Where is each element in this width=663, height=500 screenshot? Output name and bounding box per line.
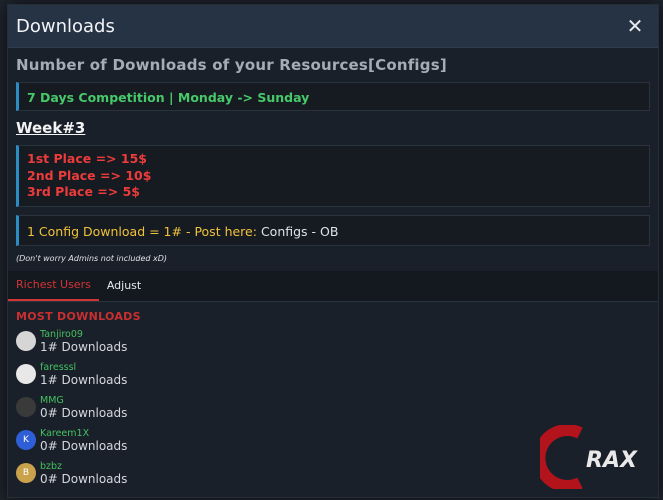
list-item[interactable]: MMG 0# Downloads xyxy=(16,395,650,420)
download-count: 0# Downloads xyxy=(40,471,128,486)
prize-third: 3rd Place => 5$ xyxy=(27,184,140,199)
tab-richest-users[interactable]: Richest Users xyxy=(8,271,99,301)
avatar: K xyxy=(16,430,36,450)
list-item[interactable]: Tanjiro09 1# Downloads xyxy=(16,329,650,354)
competition-box: 7 Days Competition | Monday -> Sunday xyxy=(16,82,650,111)
watermark-logo: RAX xyxy=(533,424,650,493)
downloads-modal: Downloads ✕ Number of Downloads of your … xyxy=(7,4,659,498)
configs-link[interactable]: Configs - OB xyxy=(261,224,339,239)
tab-bar: Richest Users Adjust xyxy=(8,270,658,302)
close-icon: ✕ xyxy=(626,14,644,38)
download-count: 0# Downloads xyxy=(40,438,128,453)
tab-adjust[interactable]: Adjust xyxy=(99,271,149,301)
list-item[interactable]: faresssl 1# Downloads xyxy=(16,362,650,387)
avatar xyxy=(16,364,36,384)
download-count: 1# Downloads xyxy=(40,339,128,354)
list-title: MOST DOWNLOADS xyxy=(16,309,141,323)
prize-second: 2nd Place => 10$ xyxy=(27,167,152,183)
prize-first: 1st Place => 15$ xyxy=(27,151,147,166)
week-title: Week#3 xyxy=(16,119,86,137)
download-count: 0# Downloads xyxy=(40,405,128,420)
admin-note: (Don't worry Admins not included xD) xyxy=(16,253,168,263)
section-heading: Number of Downloads of your Resources[Co… xyxy=(16,56,447,74)
competition-text: 7 Days Competition | Monday -> Sunday xyxy=(27,90,310,105)
modal-header: Downloads ✕ xyxy=(8,5,658,48)
watermark-text: RAX xyxy=(586,448,638,473)
user-name[interactable]: faresssl xyxy=(40,362,127,373)
user-name[interactable]: Kareem1X xyxy=(40,428,127,439)
avatar xyxy=(16,397,36,417)
close-button[interactable]: ✕ xyxy=(622,13,648,39)
user-name[interactable]: MMG xyxy=(40,395,127,406)
modal-title: Downloads xyxy=(16,15,115,37)
rule-text: 1 Config Download = 1# - Post here: xyxy=(27,223,261,239)
user-name[interactable]: Tanjiro09 xyxy=(40,329,127,340)
avatar: B xyxy=(16,463,36,483)
download-count: 1# Downloads xyxy=(40,372,128,387)
prizes-box: 1st Place => 15$ 2nd Place => 10$ 3rd Pl… xyxy=(16,145,650,207)
avatar xyxy=(16,331,36,351)
user-name[interactable]: bzbz xyxy=(40,461,127,472)
rule-box: 1 Config Download = 1# - Post here: Conf… xyxy=(16,214,650,246)
modal-content: Number of Downloads of your Resources[Co… xyxy=(8,48,658,486)
